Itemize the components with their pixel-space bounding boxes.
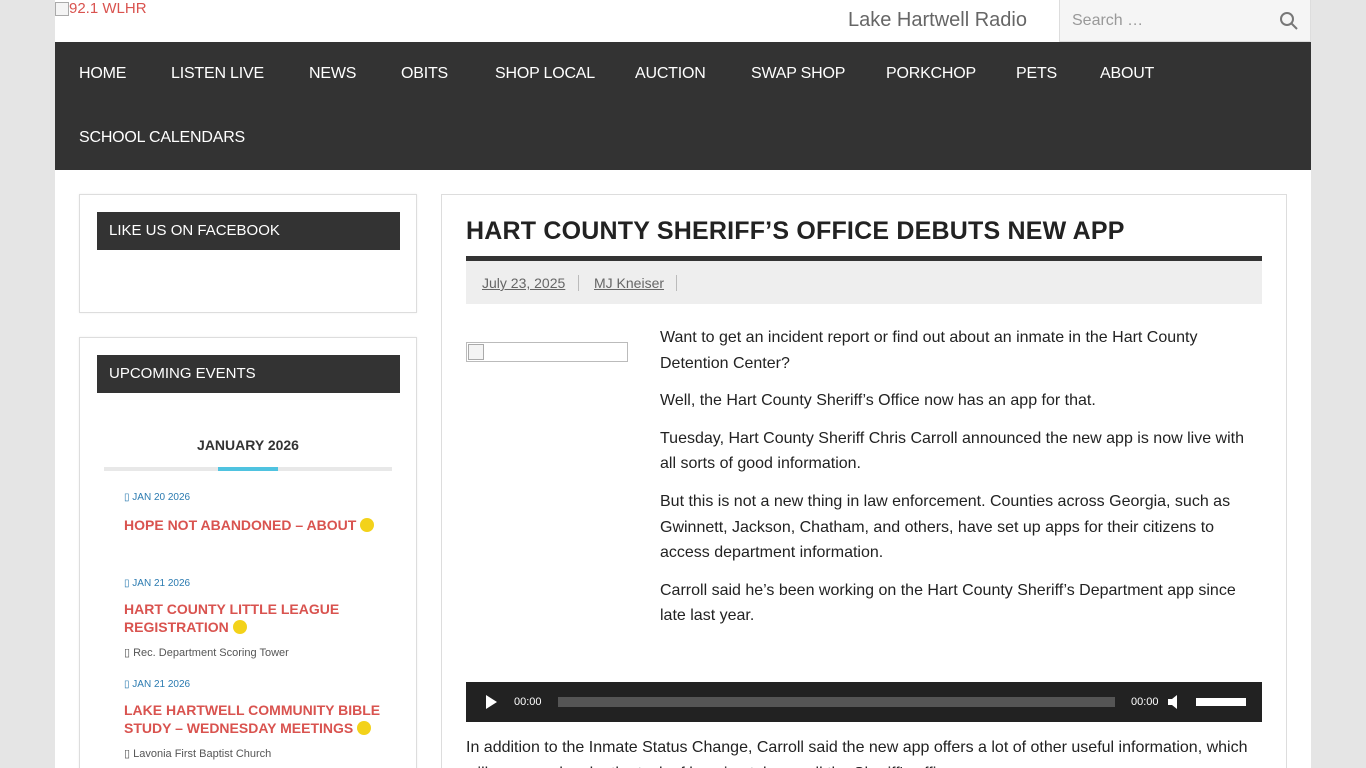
nav-item-swap-shop[interactable]: SWAP SHOP	[751, 65, 845, 83]
main-navigation: HOME LISTEN LIVE NEWS OBITS SHOP LOCAL A…	[55, 42, 1311, 170]
event-title[interactable]: HOPE NOT ABANDONED – ABOUT	[124, 516, 394, 534]
event-date: ▯ JAN 21 2026	[124, 679, 191, 690]
article-paragraph: Well, the Hart County Sheriff’s Office n…	[660, 392, 1096, 410]
event-location: ▯ Rec. Department Scoring Tower	[124, 647, 289, 659]
location-icon: ▯	[124, 748, 134, 760]
event-location: ▯ Lavonia First Baptist Church	[124, 748, 272, 760]
article-title: HART COUNTY SHERIFF’S OFFICE DEBUTS NEW …	[466, 217, 1125, 245]
article-paragraph: Want to get an incident report or find o…	[660, 329, 1198, 372]
nav-item-about[interactable]: ABOUT	[1100, 65, 1154, 83]
event-date: ▯ JAN 20 2026	[124, 492, 191, 503]
volume-slider[interactable]	[1196, 698, 1246, 706]
calendar-tab-bar	[104, 467, 392, 471]
page: 92.1 WLHR Lake Hartwell Radio HOME LISTE…	[55, 0, 1311, 768]
event-status-dot-icon	[360, 518, 375, 532]
search-button[interactable]	[1268, 0, 1310, 41]
audio-duration: 00:00	[1131, 696, 1159, 708]
calendar-tab-active-indicator	[218, 467, 278, 471]
nav-item-home[interactable]: HOME	[79, 65, 126, 83]
article-paragraph: In addition to the Inmate Status Change,…	[466, 739, 1248, 768]
event-status-dot-icon	[357, 721, 372, 735]
nav-item-shop-local[interactable]: SHOP LOCAL	[495, 65, 595, 83]
search-icon	[1280, 11, 1298, 30]
play-icon[interactable]	[484, 694, 498, 710]
article-paragraph: Carroll said he’s been working on the Ha…	[660, 581, 1236, 625]
search-input[interactable]	[1060, 0, 1270, 41]
article-body: Want to get an incident report or find o…	[660, 325, 1260, 641]
article-date-link[interactable]: July 23, 2025	[482, 275, 565, 291]
article-author-link[interactable]: MJ Kneiser	[594, 275, 664, 291]
volume-icon[interactable]	[1166, 692, 1186, 712]
meta-separator	[578, 275, 579, 291]
article-meta: July 23, 2025 MJ Kneiser	[466, 261, 1262, 304]
nav-item-listen-live[interactable]: LISTEN LIVE	[171, 65, 264, 83]
nav-item-news[interactable]: NEWS	[309, 65, 356, 83]
audio-player: 00:00 00:00	[466, 682, 1262, 722]
article-paragraph: But this is not a new thing in law enfor…	[660, 492, 1231, 562]
nav-item-obits[interactable]: OBITS	[401, 65, 448, 83]
article-image	[466, 342, 628, 362]
widget-title-facebook: LIKE US ON FACEBOOK	[97, 212, 400, 250]
site-header: 92.1 WLHR Lake Hartwell Radio	[55, 0, 1311, 42]
event-status-dot-icon	[232, 620, 247, 634]
site-title[interactable]: Lake Hartwell Radio	[848, 9, 1027, 32]
audio-progress-bar[interactable]	[558, 697, 1115, 707]
event-title[interactable]: HART COUNTY LITTLE LEAGUE REGISTRATION	[124, 600, 394, 636]
audio-current-time: 00:00	[514, 696, 542, 708]
broken-image-icon	[468, 344, 484, 360]
broken-image-icon	[55, 1, 69, 16]
event-date: ▯ JAN 21 2026	[124, 578, 191, 589]
nav-item-porkchop[interactable]: PORKCHOP	[886, 65, 976, 83]
widget-title-events: UPCOMING EVENTS	[97, 355, 400, 393]
search-box	[1059, 0, 1311, 42]
meta-separator	[676, 275, 677, 291]
events-widget: UPCOMING EVENTS JANUARY 2026 ▯ JAN 20 20…	[79, 337, 417, 768]
calendar-month[interactable]: JANUARY 2026	[80, 437, 416, 453]
site-logo[interactable]: 92.1 WLHR	[55, 0, 147, 17]
facebook-widget: LIKE US ON FACEBOOK	[79, 194, 417, 313]
logo-alt-text: 92.1 WLHR	[69, 0, 147, 17]
article-paragraph: Tuesday, Hart County Sheriff Chris Carro…	[660, 429, 1244, 473]
event-title[interactable]: LAKE HARTWELL COMMUNITY BIBLE STUDY – WE…	[124, 701, 394, 737]
nav-item-school-calendars[interactable]: SCHOOL CALENDARS	[79, 129, 245, 147]
article: HART COUNTY SHERIFF’S OFFICE DEBUTS NEW …	[441, 194, 1287, 768]
location-icon: ▯	[124, 647, 134, 659]
nav-item-pets[interactable]: PETS	[1016, 65, 1057, 83]
nav-item-auction[interactable]: AUCTION	[635, 65, 706, 83]
